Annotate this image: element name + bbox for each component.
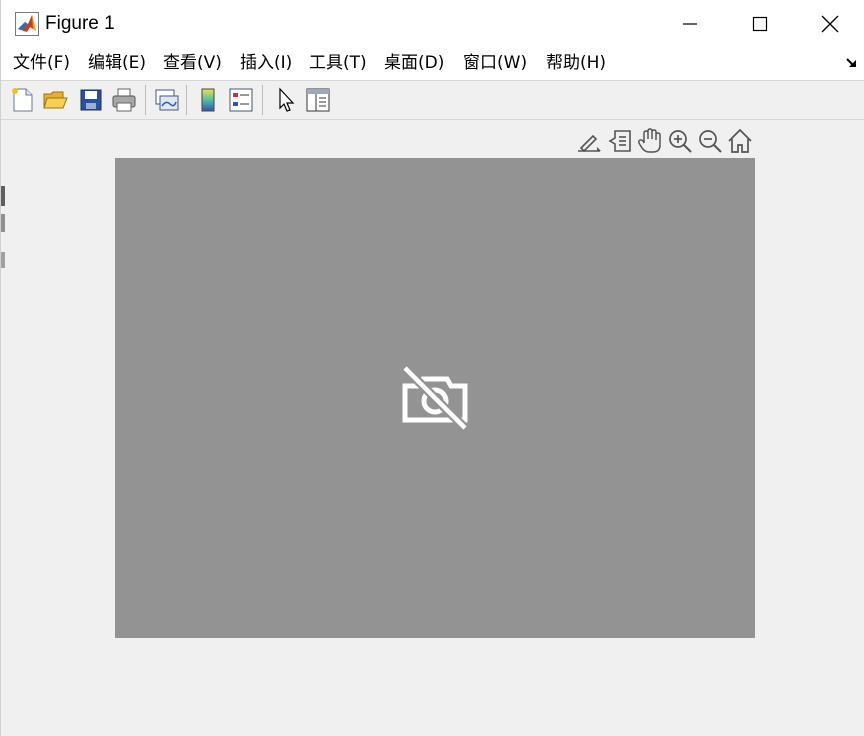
pan-icon[interactable] [636,127,664,155]
zoom-out-icon[interactable] [696,127,724,155]
maximize-icon [752,16,768,32]
matlab-icon [15,12,39,36]
maximize-button[interactable] [725,0,795,48]
minimize-icon [683,23,697,25]
toolbar-separator [262,85,263,115]
minimize-button[interactable] [655,0,725,48]
data-tips-icon[interactable] [606,127,634,155]
menu-desktop[interactable]: 桌面(D) [384,48,444,80]
title-bar[interactable]: Figure 1 [1,0,864,48]
save-icon[interactable] [77,86,105,114]
menu-help[interactable]: 帮助(H) [546,48,606,80]
colorbar-icon[interactable] [194,86,222,114]
zoom-in-icon[interactable] [666,127,694,155]
property-inspector-icon[interactable] [304,86,332,114]
axes-area[interactable] [115,158,755,638]
menu-insert[interactable]: 插入(I) [240,48,292,80]
figure-window: Figure 1 文件(F) 编辑(E) 查看(V) 插入(I) 工具(T) 桌… [0,0,864,736]
no-camera-icon [401,364,469,432]
left-edge-glyph [1,252,5,268]
menu-bar: 文件(F) 编辑(E) 查看(V) 插入(I) 工具(T) 桌面(D) 窗口(W… [1,48,864,81]
legend-icon[interactable] [227,86,255,114]
left-edge-glyph [1,186,5,206]
print-icon[interactable] [110,86,138,114]
menu-tools[interactable]: 工具(T) [309,48,367,80]
link-plot-icon[interactable] [152,86,180,114]
menu-view[interactable]: 查看(V) [163,48,222,80]
open-file-icon[interactable] [41,86,69,114]
menu-edit[interactable]: 编辑(E) [88,48,146,80]
left-edge-glyph [1,214,5,232]
close-icon [821,15,839,33]
toolbar-separator [145,85,146,115]
home-icon[interactable] [726,127,754,155]
figure-toolbar [1,81,864,120]
dock-arrow-icon[interactable] [845,56,859,70]
select-arrow-icon[interactable] [272,86,300,114]
new-figure-icon[interactable] [9,86,37,114]
menu-window[interactable]: 窗口(W) [463,48,527,80]
brush-icon[interactable] [575,127,603,155]
close-button[interactable] [795,0,864,48]
menu-file[interactable]: 文件(F) [13,48,70,80]
toolbar-separator [186,85,187,115]
window-title: Figure 1 [45,13,115,34]
